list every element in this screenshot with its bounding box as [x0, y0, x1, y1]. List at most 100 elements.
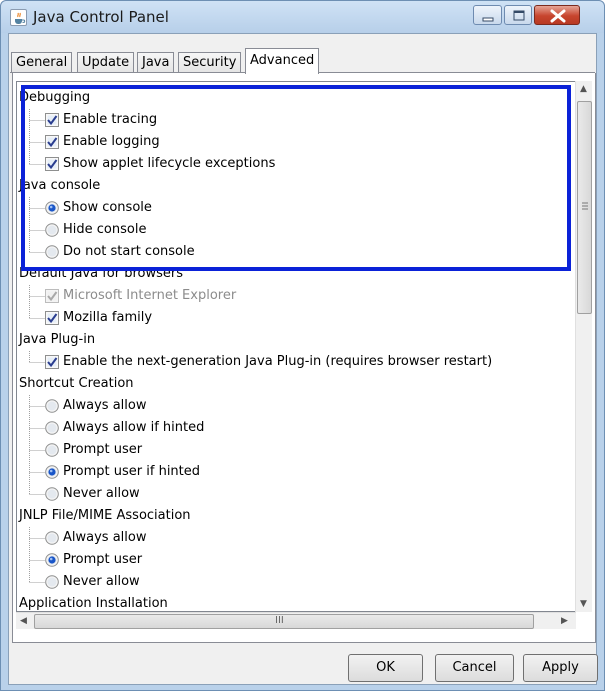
group-label: Default Java for browsers: [19, 266, 184, 281]
vertical-scrollbar[interactable]: ▲ ▼: [575, 81, 592, 612]
setting-checkbox-row[interactable]: Enable tracing: [17, 109, 572, 131]
maximize-button[interactable]: [504, 5, 532, 25]
setting-label: Always allow if hinted: [63, 420, 205, 435]
tree-connector-icon: [29, 351, 45, 363]
radio-icon[interactable]: [45, 245, 59, 259]
cancel-button[interactable]: Cancel: [435, 654, 514, 682]
setting-radio-row[interactable]: Never allow: [17, 483, 572, 505]
setting-label: Never allow: [63, 574, 140, 589]
tab-general[interactable]: General: [11, 52, 73, 73]
setting-label: Mozilla family: [63, 310, 153, 325]
setting-label: Show applet lifecycle exceptions: [63, 156, 276, 171]
radio-icon[interactable]: [45, 575, 59, 589]
radio-icon[interactable]: [45, 531, 59, 545]
tab-advanced[interactable]: Advanced: [245, 48, 320, 74]
tree-connector-icon: [29, 307, 45, 319]
apply-button[interactable]: Apply: [523, 654, 598, 682]
checkbox-checked-icon[interactable]: [45, 311, 59, 325]
setting-label: Prompt user: [63, 442, 143, 457]
tab-update[interactable]: Update: [77, 52, 135, 73]
setting-radio-row[interactable]: Never allow: [17, 571, 572, 593]
settings-group-header: Debugging: [17, 87, 572, 109]
setting-label: Prompt user if hinted: [63, 464, 201, 479]
horizontal-scrollbar[interactable]: ◀ III ▶: [16, 612, 576, 629]
minimize-button[interactable]: [473, 5, 502, 25]
setting-label: Show console: [63, 200, 152, 215]
checkbox-checked-icon[interactable]: [45, 135, 59, 149]
setting-checkbox-row[interactable]: Enable the next-generation Java Plug-in …: [17, 351, 572, 373]
radio-icon[interactable]: [45, 421, 59, 435]
window-title: Java Control Panel: [33, 8, 169, 26]
tree-connector-icon: [29, 197, 45, 219]
tree-connector-icon: [29, 417, 45, 439]
setting-radio-row[interactable]: Do not start console: [17, 241, 572, 263]
radio-selected-icon[interactable]: [45, 201, 59, 215]
setting-checkbox-row[interactable]: Show applet lifecycle exceptions: [17, 153, 572, 175]
scroll-grip-text: III: [275, 615, 284, 626]
tree-connector-icon: [29, 461, 45, 483]
radio-icon[interactable]: [45, 487, 59, 501]
setting-label: Do not start console: [63, 244, 195, 259]
vertical-scroll-thumb[interactable]: [577, 101, 592, 314]
settings-group-header: Default Java for browsers: [17, 263, 572, 285]
setting-radio-row[interactable]: Always allow if hinted: [17, 417, 572, 439]
setting-checkbox-row[interactable]: Microsoft Internet Explorer: [17, 285, 572, 307]
setting-label: Enable tracing: [63, 112, 158, 127]
tree-connector-icon: [29, 571, 45, 583]
setting-checkbox-row[interactable]: Mozilla family: [17, 307, 572, 329]
settings-group-header: Application Installation: [17, 593, 572, 611]
radio-icon[interactable]: [45, 223, 59, 237]
java-cup-icon: [10, 9, 27, 26]
setting-label: Always allow: [63, 398, 147, 413]
scroll-right-icon[interactable]: ▶: [561, 616, 568, 626]
title-bar[interactable]: Java Control Panel: [1, 1, 604, 33]
close-icon: [550, 9, 566, 23]
radio-selected-icon[interactable]: [45, 553, 59, 567]
minimize-icon: [482, 17, 494, 22]
setting-radio-row[interactable]: Show console: [17, 197, 572, 219]
scroll-left-icon[interactable]: ◀: [20, 616, 27, 626]
setting-radio-row[interactable]: Hide console: [17, 219, 572, 241]
scroll-up-icon[interactable]: ▲: [580, 84, 587, 94]
checkbox-checked-icon[interactable]: [45, 113, 59, 127]
group-label: Shortcut Creation: [19, 376, 134, 391]
setting-label: Enable logging: [63, 134, 160, 149]
setting-label: Prompt user: [63, 552, 143, 567]
java-control-panel-window: Java Control Panel General Update Java S…: [0, 0, 605, 691]
setting-label: Always allow: [63, 530, 147, 545]
tree-connector-icon: [29, 483, 45, 495]
tree-connector-icon: [29, 395, 45, 417]
setting-radio-row[interactable]: Prompt user: [17, 549, 572, 571]
scroll-down-icon[interactable]: ▼: [580, 599, 587, 609]
checkbox-checked-icon[interactable]: [45, 355, 59, 369]
radio-icon[interactable]: [45, 399, 59, 413]
tree-connector-icon: [29, 549, 45, 571]
settings-tree: Debugging Enable tracing Enable logging Sho…: [16, 81, 576, 612]
setting-label: Hide console: [63, 222, 147, 237]
tree-connector-icon: [29, 527, 45, 549]
tab-java[interactable]: Java: [137, 52, 175, 73]
close-button[interactable]: [534, 5, 580, 25]
setting-radio-row[interactable]: Always allow: [17, 395, 572, 417]
setting-checkbox-row[interactable]: Enable logging: [17, 131, 572, 153]
setting-radio-row[interactable]: Prompt user if hinted: [17, 461, 572, 483]
tree-connector-icon: [29, 285, 45, 307]
tree-connector-icon: [29, 439, 45, 461]
ok-button[interactable]: OK: [348, 654, 423, 682]
settings-group-header: Java Plug-in: [17, 329, 572, 351]
radio-selected-icon[interactable]: [45, 465, 59, 479]
grip-icon: [582, 202, 588, 210]
tab-security[interactable]: Security: [178, 52, 242, 73]
checkbox-checked-icon[interactable]: [45, 289, 59, 303]
setting-radio-row[interactable]: Always allow: [17, 527, 572, 549]
settings-group-header: JNLP File/MIME Association: [17, 505, 572, 527]
tree-connector-icon: [29, 241, 45, 253]
setting-radio-row[interactable]: Prompt user: [17, 439, 572, 461]
group-label: Debugging: [19, 90, 91, 105]
checkbox-checked-icon[interactable]: [45, 157, 59, 171]
group-label: Java Plug-in: [19, 332, 96, 347]
horizontal-scroll-thumb[interactable]: III: [34, 614, 534, 629]
group-label: Java console: [19, 178, 101, 193]
radio-icon[interactable]: [45, 443, 59, 457]
setting-label: Enable the next-generation Java Plug-in …: [63, 354, 493, 369]
